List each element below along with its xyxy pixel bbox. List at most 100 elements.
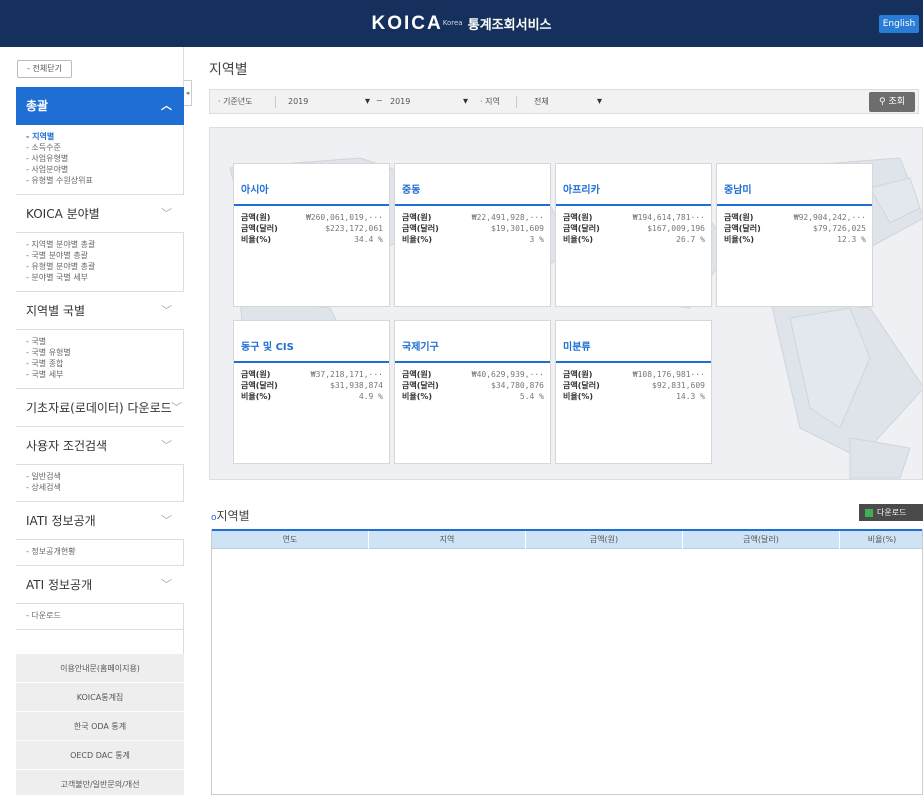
column-header-usd[interactable]: 금액(달러) [683, 531, 840, 549]
column-header-ratio[interactable]: 비율(%) [840, 531, 923, 549]
region-card-latin-america[interactable]: 중남미 금액(원) ₩92,904,242,··· 금액(달러) $79,726,0… [716, 163, 873, 307]
menu-section-iati[interactable]: IATI 정보공개 ﹀ [16, 502, 184, 540]
column-header-region[interactable]: 지역 [369, 531, 526, 549]
sidebar-menu: 총괄 ︿ - 지역별 - 소득수준 - 사업유형별 - 사업분야별 - 유형별 … [16, 87, 184, 630]
card-row-krw: 금액(원) ₩22,491,928,··· [402, 213, 544, 223]
chevron-down-icon: ﹀ [161, 439, 172, 452]
logo-service-name: 통계조회서비스 [467, 18, 552, 33]
card-row-krw: 금액(원) ₩108,176,981··· [563, 370, 705, 380]
region-card-unclassified[interactable]: 미분류 금액(원) ₩108,176,981··· 금액(달러) $92,831,6… [555, 320, 712, 464]
menu-section-title: ATI 정보공개 [26, 578, 93, 592]
card-label: 비율(%) [241, 392, 272, 401]
card-label: 비율(%) [402, 235, 433, 244]
menu-section-title: 총괄 [26, 99, 49, 113]
region-select[interactable]: 전체 ▾ [534, 93, 602, 111]
menu-item[interactable]: - 국별 유형별 [26, 347, 184, 358]
menu-item[interactable]: - 분야별 국별 세부 [26, 272, 184, 283]
search-button[interactable]: ⚲ 조회 [869, 92, 915, 112]
menu-item-top-recipients[interactable]: - 유형별 수원상위표 [26, 175, 184, 186]
card-label: 금액(원) [241, 213, 271, 222]
card-value: $167,009,196 [647, 224, 705, 233]
region-card-international-orgs[interactable]: 국제기구 금액(원) ₩40,629,939,··· 금액(달러) $34,780,… [394, 320, 551, 464]
logo-brand: KOICA [371, 13, 443, 34]
card-row-usd: 금액(달러) $31,938,874 [241, 381, 383, 391]
region-card-eastern-europe-cis[interactable]: 동구 및 CIS 금액(원) ₩37,218,171,··· 금액(달러) $31,… [233, 320, 390, 464]
bottom-links: 이용안내문(홈페이지용) KOICA통계집 한국 ODA 통계 OECD DAC… [16, 654, 184, 795]
menu-item-region[interactable]: - 지역별 [26, 131, 184, 142]
year-range-separator: ~ [376, 96, 383, 105]
card-value: ₩92,904,242,··· [793, 213, 866, 222]
download-button[interactable]: 다운로드 [859, 504, 923, 521]
collapse-all-button[interactable]: - 전체닫기 [17, 60, 72, 78]
card-value: $19,301,609 [491, 224, 544, 233]
menu-item[interactable]: - 지역별 분야별 총괄 [26, 239, 184, 250]
menu-section-ati[interactable]: ATI 정보공개 ﹀ [16, 566, 184, 604]
menu-section-region-country[interactable]: 지역별 국별 ﹀ [16, 292, 184, 330]
card-title: 아프리카 [556, 164, 711, 206]
card-label: 금액(달러) [402, 381, 439, 390]
region-card-middle-east[interactable]: 중동 금액(원) ₩22,491,928,··· 금액(달러) $19,301,60… [394, 163, 551, 307]
link-koica-stats-book[interactable]: KOICA통계집 [16, 683, 184, 712]
card-label: 금액(달러) [563, 381, 600, 390]
menu-item[interactable]: - 국별 세부 [26, 369, 184, 380]
link-user-guide[interactable]: 이용안내문(홈페이지용) [16, 654, 184, 683]
menu-item[interactable]: - 상세검색 [26, 482, 184, 493]
card-value: ₩22,491,928,··· [471, 213, 544, 222]
menu-item[interactable]: - 일반검색 [26, 471, 184, 482]
chevron-down-icon: ▾ [462, 96, 468, 107]
card-row-usd: 금액(달러) $19,301,609 [402, 224, 544, 234]
chevron-down-icon: ▾ [364, 96, 370, 107]
card-row-ratio: 비율(%) 3 % [402, 235, 544, 245]
menu-section-summary[interactable]: 총괄 ︿ [16, 87, 184, 125]
menu-item[interactable]: - 국별 분야별 총괄 [26, 250, 184, 261]
menu-item[interactable]: - 정보공개현황 [26, 546, 184, 557]
chevron-up-icon: ︿ [161, 99, 172, 112]
menu-item[interactable]: - 다운로드 [26, 610, 184, 621]
sidebar-toggle-button[interactable]: ◂ [184, 80, 192, 106]
card-title: 국제기구 [395, 321, 550, 363]
card-title: 아시아 [234, 164, 389, 206]
card-label: 비율(%) [241, 235, 272, 244]
card-row-usd: 금액(달러) $92,831,609 [563, 381, 705, 391]
region-data-table: 연도 지역 금액(원) 금액(달러) 비율(%) [211, 529, 923, 795]
card-row-usd: 금액(달러) $223,172,061 [241, 224, 383, 234]
page-title: 지역별 [209, 62, 248, 78]
menu-section-title: 기초자료(로데이터) 다운로드 [26, 401, 172, 415]
column-header-year[interactable]: 연도 [212, 531, 369, 549]
region-card-asia[interactable]: 아시아 금액(원) ₩260,061,019,··· 금액(달러) $223,172… [233, 163, 390, 307]
year-to-select[interactable]: 2019 ▾ [390, 93, 468, 111]
card-label: 비율(%) [402, 392, 433, 401]
link-oecd-dac-stats[interactable]: OECD DAC 통계 [16, 741, 184, 770]
card-value: 3 % [529, 235, 544, 244]
site-logo[interactable]: KOICAKorea 통계조회서비스 [0, 13, 923, 35]
card-value: 5.4 % [519, 392, 544, 401]
menu-item-income[interactable]: - 소득수준 [26, 142, 184, 153]
menu-submenu: - 국별 - 국별 유형별 - 국별 종합 - 국별 세부 [16, 330, 184, 389]
card-label: 금액(원) [563, 213, 593, 222]
region-card-africa[interactable]: 아프리카 금액(원) ₩194,614,781··· 금액(달러) $167,009… [555, 163, 712, 307]
menu-item-project-type[interactable]: - 사업유형별 [26, 153, 184, 164]
card-row-krw: 금액(원) ₩194,614,781··· [563, 213, 705, 223]
card-label: 금액(원) [241, 370, 271, 379]
menu-section-title: 지역별 국별 [26, 304, 86, 318]
card-label: 금액(원) [563, 370, 593, 379]
card-value: ₩194,614,781··· [632, 213, 705, 222]
card-value: ₩260,061,019,··· [305, 213, 383, 222]
menu-item[interactable]: - 국별 [26, 336, 184, 347]
card-value: ₩40,629,939,··· [471, 370, 544, 379]
divider [516, 96, 517, 108]
column-header-krw[interactable]: 금액(원) [526, 531, 683, 549]
menu-section-user-search[interactable]: 사용자 조건검색 ﹀ [16, 427, 184, 465]
link-customer-feedback[interactable]: 고객불만/일반문의/개선 [16, 770, 184, 795]
link-korea-oda-stats[interactable]: 한국 ODA 통계 [16, 712, 184, 741]
divider [275, 96, 276, 108]
table-section-title-text: 지역별 [216, 509, 250, 523]
year-from-select[interactable]: 2019 ▾ [288, 93, 370, 111]
english-button[interactable]: English [879, 15, 919, 33]
menu-item[interactable]: - 유형별 분야별 총괄 [26, 261, 184, 272]
menu-item[interactable]: - 국별 종합 [26, 358, 184, 369]
menu-section-koica-sector[interactable]: KOICA 분야별 ﹀ [16, 195, 184, 233]
card-value: 14.3 % [676, 392, 705, 401]
menu-section-raw-data-download[interactable]: 기초자료(로데이터) 다운로드 ﹀ [16, 389, 184, 427]
menu-item-project-sector[interactable]: - 사업분야별 [26, 164, 184, 175]
